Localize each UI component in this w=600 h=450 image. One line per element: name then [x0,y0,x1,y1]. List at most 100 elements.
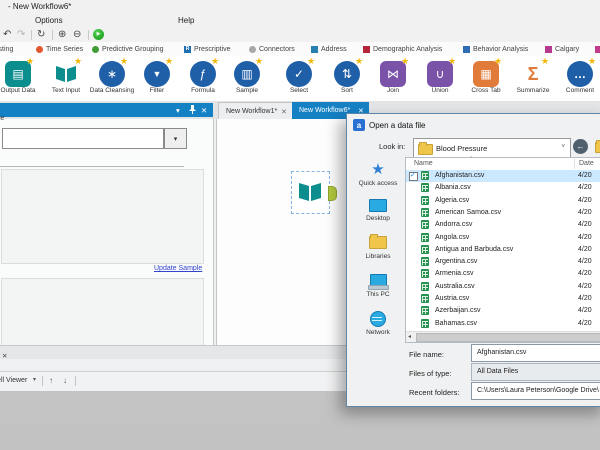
refresh-icon[interactable]: ↻ [37,29,45,40]
ribbon-tab-connectors[interactable]: Connectors [249,44,295,55]
favorite-star-icon: ★ [26,56,35,66]
menu-bar: Options Help [0,14,600,28]
close-icon[interactable]: ✕ [201,106,207,115]
prescriptive-icon: R [184,46,191,53]
tool-union[interactable]: ∪ ★ Union [417,56,463,101]
ribbon-tab-time-series[interactable]: Time Series [36,44,83,55]
sidebar-item-network[interactable]: Network [353,311,403,336]
undo-icon[interactable]: ↶ [3,29,11,40]
file-row[interactable]: Australia.csv 4/20 [406,281,600,293]
files-of-type-dropdown[interactable]: All Data Files [471,363,600,381]
file-row[interactable]: Bahamas.csv 4/20 [406,318,600,330]
csv-file-icon [421,196,429,205]
toolbar-separator [42,376,43,386]
file-row[interactable]: Argentina.csv 4/20 [406,256,600,268]
checkbox-checked[interactable]: ✓ [409,172,418,181]
tool-formula[interactable]: ƒ ★ Formula [180,56,226,101]
star-icon: ★ [371,161,385,178]
csv-file-icon [421,183,429,192]
file-row[interactable]: American Samoa.csv 4/20 [406,207,600,219]
toolbar-separator [31,30,32,40]
down-arrow-icon[interactable]: ↓ [63,376,67,385]
workflow-tab-1[interactable]: New Workflow1* ✕ [218,102,293,120]
ribbon-tab-ab-testing[interactable]: AB Testing [0,44,13,55]
tool-filter[interactable]: ▼ ★ Filter [134,56,180,101]
zoom-in-icon[interactable]: ⊕ [58,29,66,40]
output-anchor[interactable] [328,186,337,201]
up-folder-icon[interactable] [595,140,600,153]
back-button[interactable]: ← [573,139,588,154]
update-sample-link[interactable]: Update Sample [154,265,202,272]
tool-comment[interactable]: … ★ Comment [557,56,600,101]
close-icon[interactable]: ✕ [2,352,7,360]
csv-file-icon [421,306,429,315]
ribbon-tab-behavior-analysis[interactable]: Behavior Analysis [463,44,528,55]
file-row[interactable]: Andorra.csv 4/20 [406,219,600,231]
scrollbar-thumb[interactable] [416,333,600,342]
recent-folders-dropdown[interactable]: C:\Users\Laura Peterson\Google Drive\ [471,382,600,400]
up-arrow-icon[interactable]: ↑ [49,376,53,385]
menu-help[interactable]: Help [178,16,194,25]
ribbon-tab-calgary[interactable]: Calgary [545,44,579,55]
file-row[interactable]: Azerbaijan.csv 4/20 [406,305,600,317]
column-date[interactable]: Date [579,160,594,167]
run-workflow-button[interactable]: ▶ [93,29,104,40]
horizontal-scrollbar[interactable]: ◂ [406,331,600,342]
ribbon-tab-prescriptive[interactable]: R Prescriptive [184,44,231,55]
toolbar-separator [88,30,89,40]
tool-sort[interactable]: ⇅ ★ Sort [324,56,370,101]
chevron-down-icon[interactable]: ▾ [33,376,36,383]
close-icon[interactable]: ✕ [281,108,287,116]
dialog-title: Open a data file [369,121,426,130]
favorite-star-icon: ★ [120,56,129,66]
sidebar-item-quick-access[interactable]: ★ Quick access [353,161,403,187]
chevron-down-icon[interactable]: ˅ [561,144,565,150]
recent-folders-label: Recent folders: [409,388,460,397]
tool-select[interactable]: ✓ ★ Select [276,56,322,101]
favorite-star-icon: ★ [355,56,364,66]
menu-options[interactable]: Options [35,16,63,25]
file-row[interactable]: Austria.csv 4/20 [406,293,600,305]
sidebar-item-desktop[interactable]: Desktop [353,199,403,222]
folder-icon [418,142,433,155]
file-name-label: File name: [409,350,445,359]
scroll-left-arrow-icon[interactable]: ◂ [408,333,411,340]
file-row[interactable]: Angola.csv 4/20 [406,232,600,244]
selected-tool-on-canvas[interactable] [291,171,337,214]
ribbon-tab-address[interactable]: Address [311,44,347,55]
file-list: Name ˆ Date ✓ Afghanistan.csv 4/20 Alban… [405,157,600,343]
favorite-star-icon: ★ [74,56,83,66]
tool-sample[interactable]: ▥ ★ Sample [224,56,270,101]
file-path-combobox[interactable] [2,128,164,149]
combobox-dropdown-button[interactable]: ▾ [164,128,187,149]
tool-cross-tab[interactable]: ▦ ★ Cross Tab [463,56,509,101]
ribbon-tab-predictive-grouping[interactable]: Predictive Grouping [92,44,163,55]
file-row[interactable]: Armenia.csv 4/20 [406,268,600,280]
csv-file-icon [421,294,429,303]
address-icon [311,46,318,53]
file-row[interactable]: Antigua and Barbuda.csv 4/20 [406,244,600,256]
redo-icon[interactable]: ↷ [17,29,25,40]
libraries-icon [369,234,387,249]
ribbon-tab-demographic-analysis[interactable]: Demographic Analysis [363,44,442,55]
csv-file-icon [421,319,429,328]
tool-output-data[interactable]: ▤ ★ Output Data [0,56,41,101]
sidebar-item-libraries[interactable]: Libraries [353,234,403,260]
tool-text-input[interactable]: ★ Text Input [43,56,89,101]
cell-viewer-dropdown[interactable]: Cell Viewer [0,377,27,384]
pin-icon[interactable] [189,105,196,116]
file-row[interactable]: Algeria.csv 4/20 [406,195,600,207]
tool-data-cleansing[interactable]: ∗ ★ Data Cleansing [89,56,135,101]
look-in-combobox[interactable]: Blood Pressure ˅ [413,138,571,158]
column-name[interactable]: Name [414,160,433,167]
file-row[interactable]: Albania.csv 4/20 [406,182,600,194]
csv-file-icon [421,171,429,180]
tool-summarize[interactable]: Σ ★ Summarize [510,56,556,101]
chevron-down-icon[interactable]: ▾ [176,106,180,115]
file-row-selected[interactable]: ✓ Afghanistan.csv 4/20 [406,170,600,182]
column-divider[interactable] [574,159,575,169]
sidebar-item-this-pc[interactable]: This PC [353,274,403,298]
tool-join[interactable]: ⋈ ★ Join [370,56,416,101]
file-name-input[interactable]: Afghanistan.csv [471,344,600,362]
zoom-out-icon[interactable]: ⊖ [73,29,81,40]
